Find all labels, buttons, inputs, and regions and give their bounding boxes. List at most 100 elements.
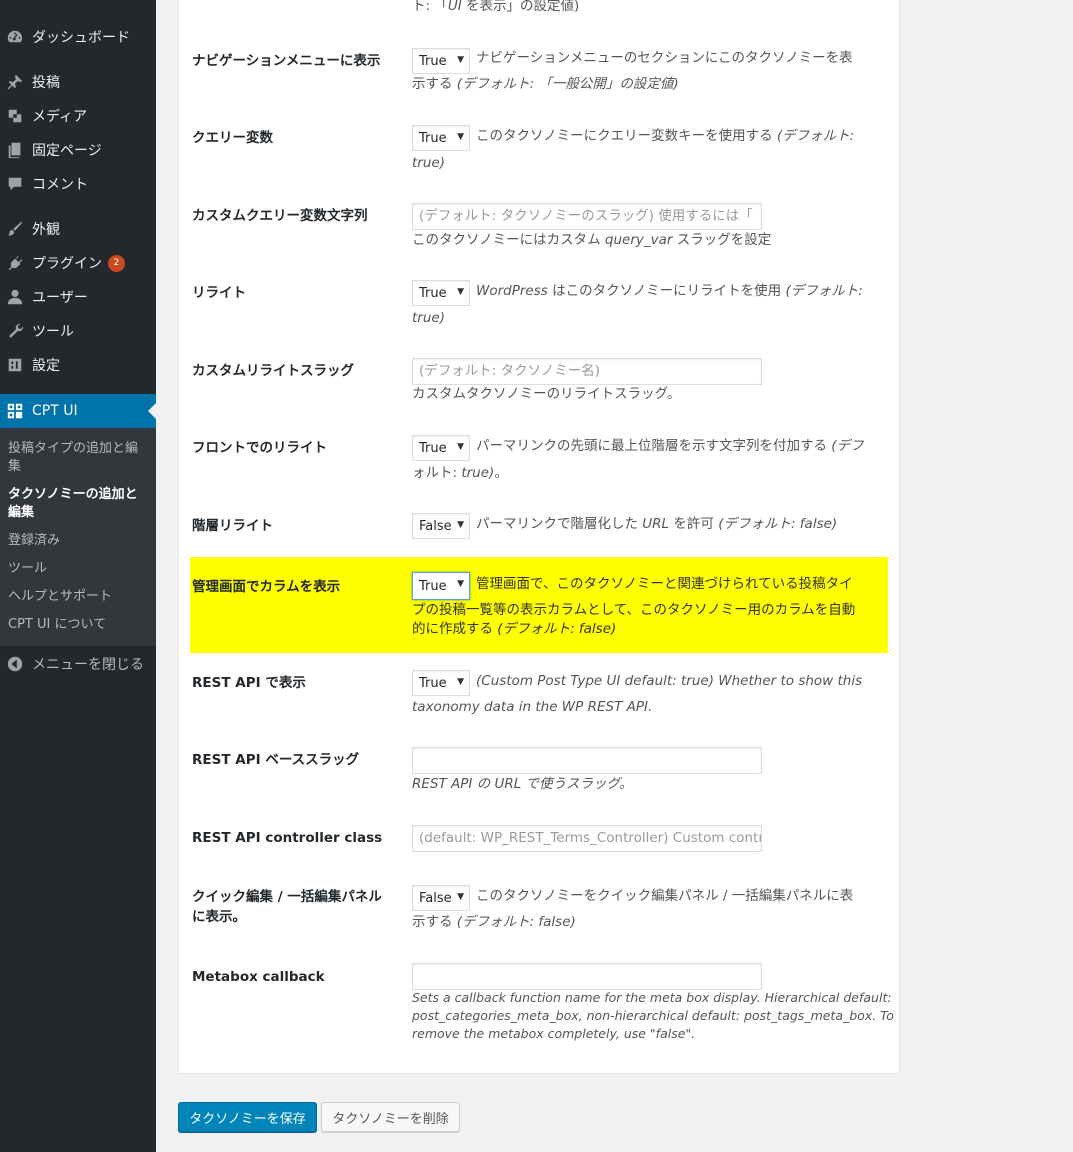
rewrite-slug-description: カスタムタクソノミーのリライトスラッグ。 — [412, 386, 681, 402]
query-var-description-2: true) — [412, 155, 445, 171]
chevron-down-icon: ▼ — [457, 55, 464, 65]
page-icon — [5, 140, 25, 160]
sidebar-item-pages[interactable]: 固定ページ — [0, 133, 156, 167]
sidebar-item-tools[interactable]: ツール — [0, 314, 156, 348]
submenu-tools[interactable]: ツール — [8, 560, 148, 578]
save-taxonomy-button[interactable]: タクソノミーを保存 — [178, 1102, 317, 1132]
rest-base-label: REST API ベーススラッグ — [192, 752, 360, 768]
submenu-add-post-type[interactable]: 投稿タイプの追加と編集 — [8, 440, 148, 476]
plugin-icon — [5, 253, 25, 273]
show-in-rest-label: REST API で表示 — [192, 675, 306, 691]
sidebar-item-plugins[interactable]: プラグイン 2 — [0, 246, 156, 280]
media-icon — [5, 106, 25, 126]
submenu-registered[interactable]: 登録済み — [8, 532, 148, 550]
sidebar-item-label: ユーザー — [32, 290, 88, 306]
metabox-callback-label: Metabox callback — [192, 969, 325, 985]
show-admin-column-label: 管理画面でカラムを表示 — [192, 579, 341, 595]
metabox-callback-description-3: remove the metabox completely, use "fals… — [412, 1026, 696, 1041]
quick-edit-select[interactable]: False ▼ — [412, 885, 470, 911]
rest-base-input[interactable] — [412, 747, 762, 774]
show-in-nav-select[interactable]: True ▼ — [412, 48, 470, 74]
sidebar-item-label: 外観 — [32, 222, 60, 238]
query-var-select[interactable]: True ▼ — [412, 125, 470, 151]
sidebar-item-dashboard[interactable]: ダッシュボード — [0, 20, 156, 54]
brush-icon — [5, 219, 25, 239]
rewrite-slug-input[interactable]: (デフォルト: タクソノミー名) — [412, 358, 762, 385]
rewrite-hier-select[interactable]: False ▼ — [412, 513, 470, 539]
show-in-rest-select[interactable]: True ▼ — [412, 670, 470, 696]
chevron-down-icon: ▼ — [457, 579, 464, 589]
taxonomy-settings-panel: ト: 「UI を表示」の設定値) ナビゲーションメニューに表示 True ▼ ナビ… — [178, 0, 900, 1074]
admin-sidebar: ダッシュボード 投稿 メディア 固定ページ コメント 外観 プラグイン 2 ユー… — [0, 0, 156, 1152]
show-admin-column-description-3: 的に作成する (デフォルト: false) — [412, 621, 617, 637]
rewrite-front-description: パーマリンクの先頭に最上位階層を示す文字列を付加する (デフ — [476, 438, 864, 454]
chevron-down-icon: ▼ — [457, 677, 464, 687]
rewrite-front-description-2: ォルト: true)。 — [412, 465, 508, 481]
submenu-help[interactable]: ヘルプとサポート — [8, 588, 148, 606]
show-admin-column-select[interactable]: True ▼ — [412, 572, 470, 600]
rest-controller-input[interactable]: (default: WP_REST_Terms_Controller) Cust… — [412, 825, 762, 852]
query-var-slug-label: カスタムクエリー変数文字列 — [192, 208, 368, 224]
rest-base-description: REST API の URL で使うスラッグ。 — [412, 776, 633, 792]
comment-icon — [5, 174, 25, 194]
submenu-add-taxonomy[interactable]: タクソノミーの追加と編集 — [8, 486, 148, 522]
rewrite-label: リライト — [192, 285, 246, 301]
sidebar-item-label: プラグイン — [32, 256, 102, 272]
chevron-down-icon: ▼ — [457, 442, 464, 452]
sidebar-item-cptui[interactable]: CPT UI — [0, 394, 156, 428]
quick-edit-description-2: 示する (デフォルト: false) — [412, 914, 576, 930]
wrench-icon — [5, 321, 25, 341]
field-description: ト: 「UI を表示」の設定値) — [412, 0, 580, 14]
sidebar-item-appearance[interactable]: 外観 — [0, 212, 156, 246]
chevron-down-icon: ▼ — [457, 132, 464, 142]
cptui-submenu: 投稿タイプの追加と編集 タクソノミーの追加と編集 登録済み ツール ヘルプとサポ… — [0, 428, 156, 646]
show-admin-column-description: 管理画面で、このタクソノミーと関連づけられている投稿タイ — [476, 576, 853, 592]
user-icon — [5, 287, 25, 307]
show-in-rest-description-2: taxonomy data in the WP REST API. — [412, 699, 653, 715]
sidebar-item-label: ダッシュボード — [32, 30, 130, 46]
rewrite-front-select[interactable]: True ▼ — [412, 435, 470, 461]
show-in-nav-description: ナビゲーションメニューのセクションにこのタクソノミーを表 — [476, 50, 853, 66]
sidebar-item-users[interactable]: ユーザー — [0, 280, 156, 314]
sidebar-item-settings[interactable]: 設定 — [0, 348, 156, 382]
dashboard-icon — [5, 27, 25, 47]
sidebar-item-label: 投稿 — [32, 75, 60, 91]
sidebar-item-label: メディア — [32, 109, 88, 125]
rewrite-hier-description: パーマリンクで階層化した URL を許可 (デフォルト: false) — [476, 516, 838, 532]
rewrite-select[interactable]: True ▼ — [412, 280, 470, 306]
sidebar-item-label: コメント — [32, 177, 88, 193]
update-count-badge: 2 — [108, 254, 125, 272]
sidebar-item-comments[interactable]: コメント — [0, 167, 156, 201]
show-in-nav-label: ナビゲーションメニューに表示 — [192, 53, 381, 69]
collapse-menu-button[interactable]: メニューを閉じる — [0, 647, 156, 681]
collapse-menu-label: メニューを閉じる — [32, 657, 144, 673]
sidebar-item-label: 設定 — [32, 358, 60, 374]
chevron-down-icon: ▼ — [457, 287, 464, 297]
rewrite-hier-label: 階層リライト — [192, 518, 273, 534]
show-in-nav-description-2: 示する (デフォルト: 「一般公開」の設定値) — [412, 76, 679, 92]
pin-icon — [5, 72, 25, 92]
metabox-callback-input[interactable] — [412, 963, 762, 990]
collapse-icon — [5, 654, 25, 674]
query-var-label: クエリー変数 — [192, 130, 273, 146]
sidebar-item-posts[interactable]: 投稿 — [0, 65, 156, 99]
cptui-icon — [5, 401, 25, 421]
rewrite-front-label: フロントでのリライト — [192, 440, 327, 456]
sidebar-item-media[interactable]: メディア — [0, 99, 156, 133]
query-var-description: このタクソノミーにクエリー変数キーを使用する (デフォルト: — [476, 128, 855, 144]
metabox-callback-description: Sets a callback function name for the me… — [412, 990, 892, 1005]
query-var-slug-input[interactable]: (デフォルト: タクソノミーのスラッグ) 使用するには「 — [412, 203, 762, 230]
delete-taxonomy-button[interactable]: タクソノミーを削除 — [321, 1102, 460, 1132]
submenu-about[interactable]: CPT UI について — [8, 616, 148, 634]
quick-edit-label: クイック編集 / 一括編集パネル に表示。 — [192, 889, 382, 925]
sidebar-item-label: ツール — [32, 324, 74, 340]
rest-controller-label: REST API controller class — [192, 830, 383, 846]
query-var-slug-description: このタクソノミーにはカスタム query_var スラッグを設定 — [412, 232, 772, 248]
metabox-callback-description-2: post_categories_meta_box, non-hierarchic… — [412, 1008, 894, 1023]
sidebar-item-label: CPT UI — [32, 403, 78, 419]
chevron-down-icon: ▼ — [457, 520, 464, 530]
rewrite-description: WordPress はこのタクソノミーにリライトを使用 (デフォルト: — [476, 283, 863, 299]
rewrite-description-2: true) — [412, 310, 445, 326]
settings-icon — [5, 355, 25, 375]
chevron-down-icon: ▼ — [457, 892, 464, 902]
